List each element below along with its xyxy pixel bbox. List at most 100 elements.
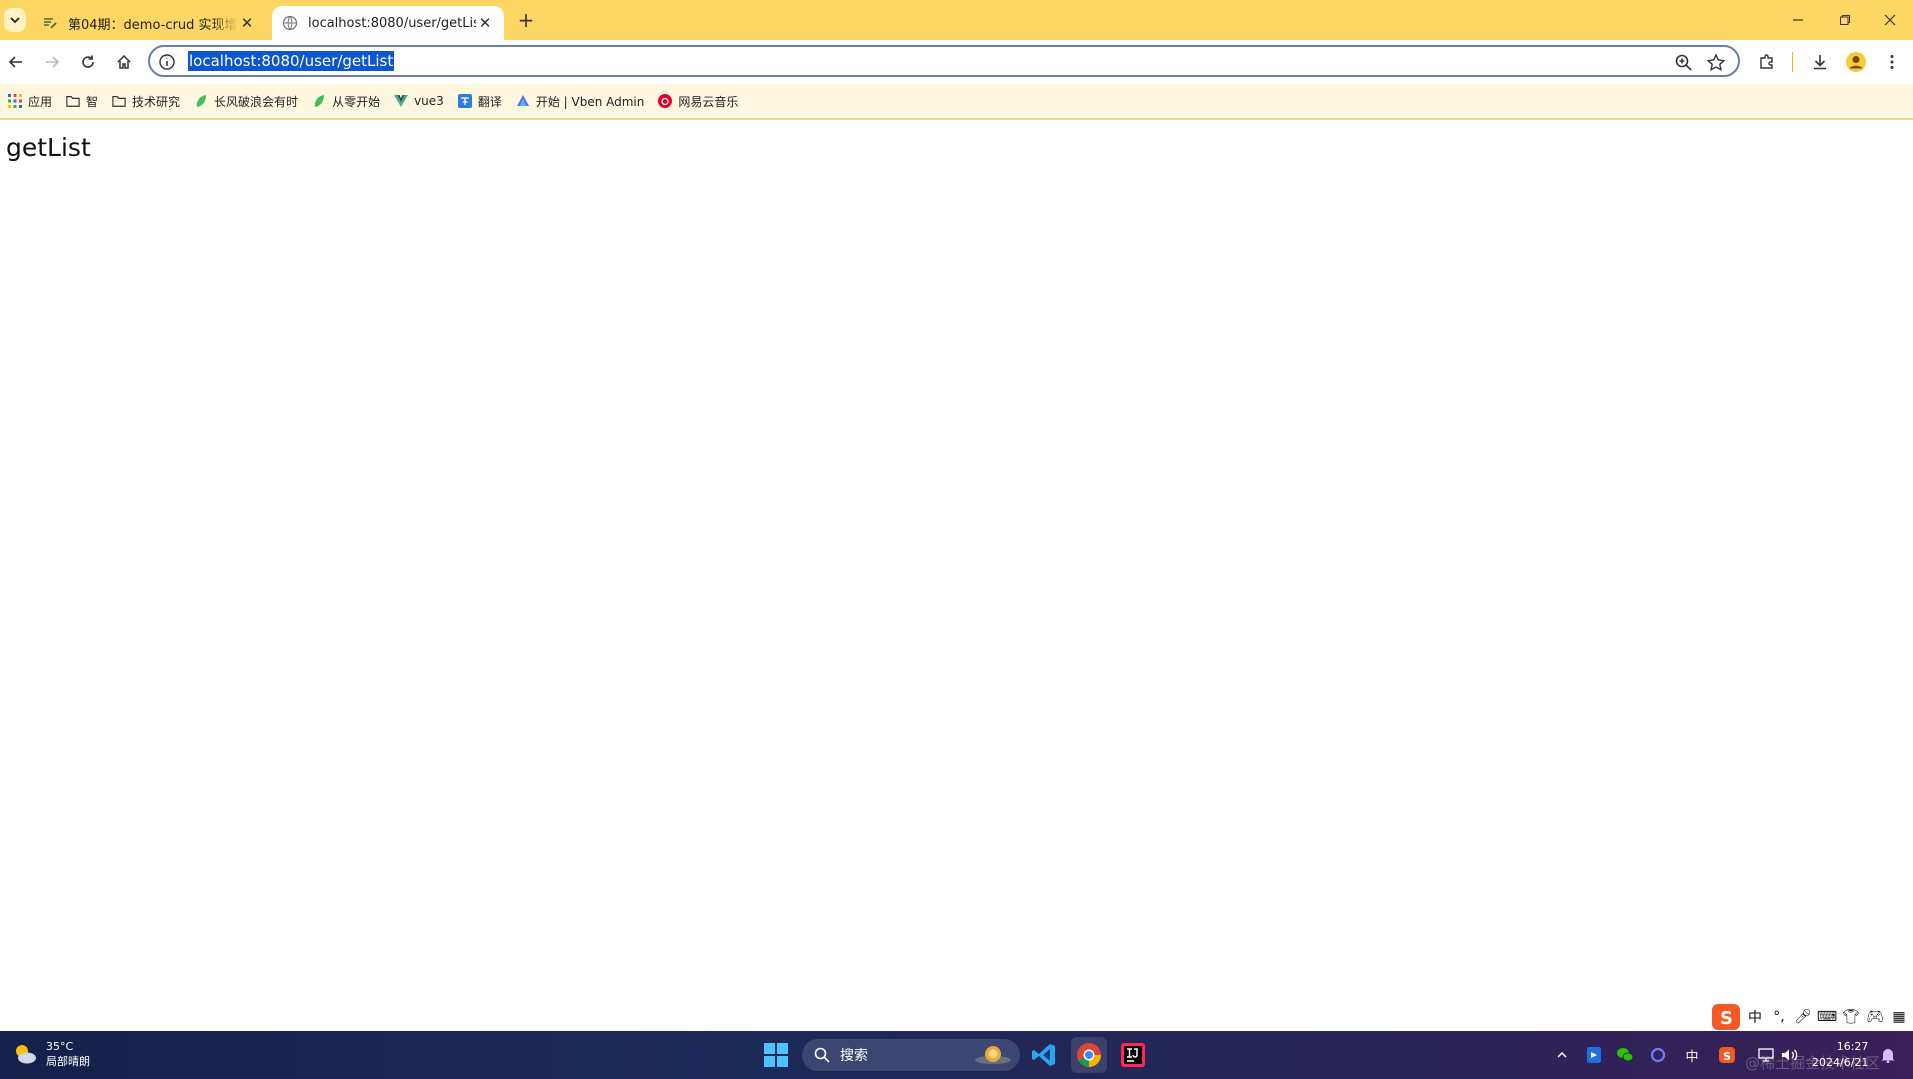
- chevron-up-icon: [1557, 1051, 1567, 1058]
- weather-temp: 35°C: [46, 1040, 74, 1053]
- sogou-icon: S: [1719, 1047, 1735, 1063]
- tab-search-button[interactable]: [4, 8, 26, 32]
- bookmark-netease-music[interactable]: 网易云音乐: [658, 93, 738, 110]
- reload-icon: [82, 55, 94, 68]
- sogou-logo-icon[interactable]: S: [1712, 1004, 1740, 1030]
- tab-getlist[interactable]: localhost:8080/user/getList ✕: [272, 6, 504, 40]
- star-icon[interactable]: [1706, 53, 1726, 73]
- ime-toolbar: S 中 °, 🎤︎ ⌨︎ 👕︎ 🎮︎ ▦: [1712, 1002, 1908, 1032]
- watermark-text: @稀土掘金技术社区: [1745, 1054, 1881, 1072]
- vscode-icon: [1032, 1044, 1055, 1066]
- bookmark-apps[interactable]: 应用: [8, 93, 52, 110]
- info-icon[interactable]: [158, 53, 176, 71]
- bookmark-folder-tech[interactable]: 技术研究: [112, 93, 180, 110]
- arrow-right-icon: [46, 56, 60, 68]
- avatar-icon: [1846, 52, 1866, 72]
- chevron-down-icon: [10, 17, 20, 24]
- ime-punct-label[interactable]: °,: [1770, 1008, 1788, 1026]
- taskbar: 35°C 局部晴朗 搜索 中 S 16:27 2024/6/21: [0, 1031, 1913, 1079]
- tab-strip: 第04期：demo-crud 实现增删 ✕ localhost:8080/use…: [0, 0, 1913, 40]
- skin-icon[interactable]: 👕︎: [1842, 1008, 1860, 1026]
- bookmark-changfeng[interactable]: 长风破浪会有时: [194, 93, 298, 110]
- bookmark-label: 技术研究: [132, 94, 181, 109]
- vue-icon: [394, 95, 409, 107]
- folder-icon: [112, 96, 126, 107]
- address-bar[interactable]: localhost:8080/user/getList: [148, 45, 1740, 77]
- home-button[interactable]: [112, 50, 136, 74]
- download-icon: [1814, 55, 1826, 70]
- plus-icon: +: [517, 8, 535, 32]
- vben-icon: [516, 95, 529, 106]
- puzzle-icon: [1760, 54, 1773, 69]
- close-icon: [1884, 14, 1896, 26]
- close-window-button[interactable]: [1870, 6, 1910, 34]
- bookmark-from-zero[interactable]: 从零开始: [312, 93, 380, 110]
- taskbar-search[interactable]: 搜索: [802, 1039, 1020, 1071]
- new-tab-button[interactable]: +: [514, 8, 538, 32]
- bookmark-vben[interactable]: 开始 | Vben Admin: [516, 93, 645, 110]
- globe-icon: [282, 15, 298, 31]
- tray-ime[interactable]: 中: [1682, 1045, 1702, 1065]
- reload-button[interactable]: [76, 50, 100, 74]
- svg-text:S: S: [1720, 1008, 1733, 1029]
- apps-grid-icon: [8, 94, 22, 108]
- bell-icon: [1881, 1049, 1895, 1063]
- back-button[interactable]: [4, 50, 28, 74]
- notification-button[interactable]: [1878, 1045, 1898, 1065]
- bookmark-label: 从零开始: [332, 94, 381, 109]
- tray-sogou[interactable]: S: [1717, 1045, 1737, 1065]
- restore-button[interactable]: [1825, 6, 1865, 34]
- bookmark-label: 长风破浪会有时: [214, 94, 299, 109]
- doc-edit-icon: [44, 18, 57, 29]
- toolbar-divider: [1792, 52, 1793, 72]
- search-placeholder: 搜索: [840, 1048, 868, 1064]
- gamepad-icon[interactable]: 🎮︎: [1866, 1008, 1884, 1026]
- url-text[interactable]: localhost:8080/user/getList: [188, 51, 395, 71]
- tray-wechat[interactable]: [1615, 1045, 1635, 1065]
- close-icon[interactable]: ✕: [238, 14, 256, 32]
- ime-label: 中: [1685, 1049, 1699, 1065]
- taskbar-intellij[interactable]: [1115, 1037, 1151, 1073]
- bookmark-label: 翻译: [477, 94, 502, 109]
- tab-title: localhost:8080/user/getList: [308, 15, 476, 31]
- svg-text:S: S: [1723, 1050, 1731, 1063]
- bookmarks-bar: 应用 智 技术研究 长风破浪会有时 从零开始 vue3 翻译 开始 | Vben…: [0, 84, 1913, 118]
- bookmark-translate[interactable]: 翻译: [457, 93, 502, 110]
- ime-mode-label[interactable]: 中: [1746, 1008, 1764, 1026]
- tray-circle-app[interactable]: [1648, 1045, 1668, 1065]
- extensions-button[interactable]: [1755, 50, 1779, 74]
- search-highlight-icon: [975, 1046, 1011, 1064]
- close-icon[interactable]: ✕: [476, 14, 494, 32]
- browser-chrome: 第04期：demo-crud 实现增删 ✕ localhost:8080/use…: [0, 0, 1913, 120]
- forward-button[interactable]: [40, 50, 64, 74]
- taskbar-chrome[interactable]: [1071, 1037, 1107, 1073]
- chrome-icon: [1077, 1043, 1101, 1067]
- search-icon: [814, 1047, 830, 1063]
- tray-overflow-button[interactable]: [1552, 1045, 1572, 1065]
- keyboard-icon[interactable]: ⌨︎: [1817, 1008, 1837, 1026]
- weather-widget[interactable]: 35°C 局部晴朗: [12, 1039, 90, 1069]
- restore-icon: [1840, 15, 1850, 25]
- tab-demo-crud[interactable]: 第04期：demo-crud 实现增删 ✕: [32, 6, 266, 40]
- tray-app-blue[interactable]: [1584, 1045, 1604, 1065]
- bookmark-label: 网易云音乐: [678, 94, 739, 109]
- minimize-button[interactable]: [1778, 6, 1818, 34]
- start-button[interactable]: [758, 1037, 794, 1073]
- bookmark-folder-zhi[interactable]: 智: [66, 93, 98, 110]
- bookmark-vue3[interactable]: vue3: [394, 94, 444, 108]
- toolbox-grid-icon[interactable]: ▦: [1890, 1008, 1908, 1026]
- bookmark-label: 开始 | Vben Admin: [535, 94, 645, 109]
- intellij-icon: [1121, 1043, 1145, 1067]
- minimize-icon: [1793, 19, 1803, 21]
- translate-icon: [457, 94, 472, 108]
- windows-logo-icon: [764, 1043, 788, 1067]
- downloads-button[interactable]: [1808, 50, 1832, 74]
- profile-button[interactable]: [1844, 50, 1868, 74]
- tab-title: 第04期：demo-crud 实现增删: [68, 17, 238, 33]
- zoom-icon[interactable]: [1674, 53, 1694, 73]
- bookmark-label: 智: [86, 94, 99, 109]
- menu-button[interactable]: [1880, 50, 1904, 74]
- microphone-icon[interactable]: 🎤︎: [1794, 1008, 1812, 1026]
- netease-music-icon: [658, 94, 673, 108]
- taskbar-vscode[interactable]: [1026, 1037, 1062, 1073]
